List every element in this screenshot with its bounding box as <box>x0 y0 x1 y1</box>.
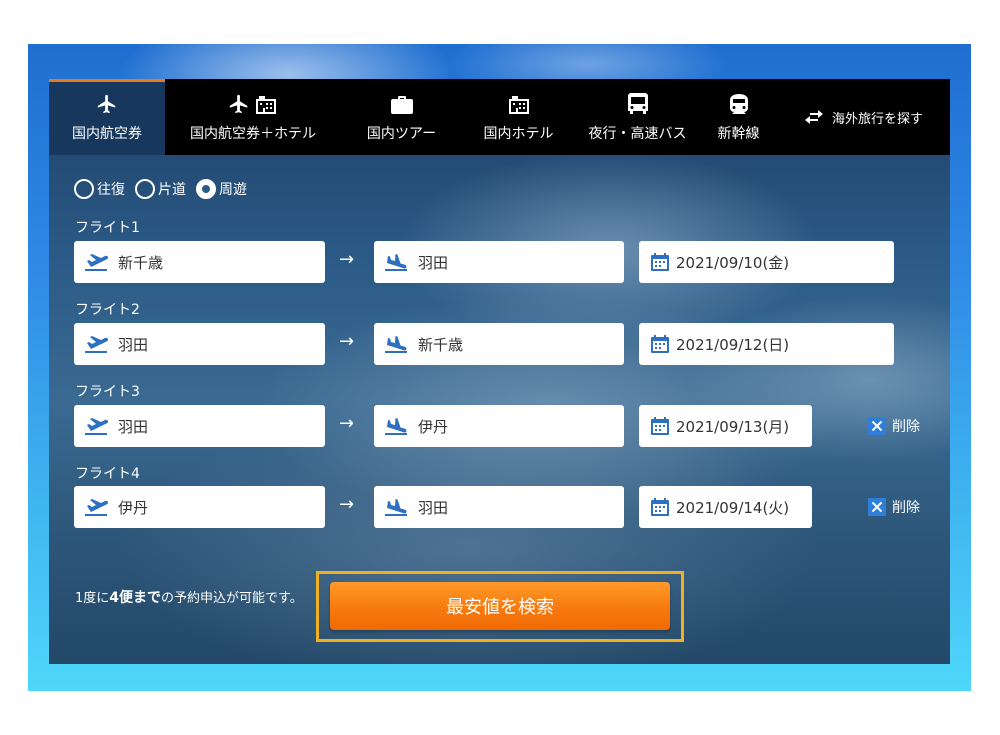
date-value: 2021/09/12(日) <box>676 335 790 354</box>
departure-plane-icon <box>85 254 108 271</box>
hero-background: 国内航空券 国内航空券＋ホテル 国内ツアー 国内ホテル 夜行・高速バス 新幹線 … <box>28 44 971 691</box>
suitcase-icon <box>390 96 413 114</box>
arrival-plane-icon <box>385 254 407 271</box>
trip-round-trip[interactable]: 往復 <box>74 179 125 199</box>
tab-flight-hotel[interactable]: 国内航空券＋ホテル <box>165 79 341 155</box>
hotel-icon <box>256 96 276 114</box>
from-airport: 羽田 <box>118 417 149 436</box>
calendar-icon <box>651 253 669 271</box>
arrival-plane-icon <box>385 418 407 435</box>
tab-label: 新幹線 <box>717 126 760 142</box>
flight-3-from-field[interactable]: 羽田 <box>74 405 325 447</box>
from-airport: 伊丹 <box>118 498 149 517</box>
swap-arrows-icon <box>804 110 823 124</box>
flight-4-from-field[interactable]: 伊丹 <box>74 486 325 528</box>
radio-label: 片道 <box>158 182 186 198</box>
tab-overseas-travel[interactable]: 海外旅行を探す <box>777 79 950 155</box>
tab-label: 国内ホテル <box>483 126 554 142</box>
flight-4-delete-button[interactable]: 削除 <box>868 497 920 517</box>
departure-plane-icon <box>85 336 108 353</box>
trip-type-selector: 往復 片道 周遊 <box>74 179 247 199</box>
close-icon <box>868 498 886 516</box>
date-value: 2021/09/14(火) <box>676 498 790 517</box>
delete-label: 削除 <box>892 419 920 435</box>
calendar-icon <box>651 498 669 516</box>
departure-plane-icon <box>85 499 108 516</box>
search-lowest-fare-button[interactable]: 最安値を検索 <box>330 582 670 630</box>
calendar-icon <box>651 335 669 353</box>
delete-label: 削除 <box>892 500 920 516</box>
flight-label: フライト1 <box>75 220 140 236</box>
flight-2-from-field[interactable]: 羽田 <box>74 323 325 365</box>
flight-3-date-field[interactable]: 2021/09/13(月) <box>639 405 812 447</box>
radio-label: 周遊 <box>219 182 247 198</box>
airplane-icon <box>229 94 248 114</box>
flight-3-delete-button[interactable]: 削除 <box>868 416 920 436</box>
arrival-plane-icon <box>385 336 407 353</box>
route-arrow: → <box>339 331 355 352</box>
to-airport: 伊丹 <box>418 417 449 436</box>
flight-label: フライト2 <box>75 302 140 318</box>
trip-one-way[interactable]: 片道 <box>135 179 186 199</box>
flight-label: フライト4 <box>75 466 140 482</box>
flight-3-to-field[interactable]: 伊丹 <box>374 405 624 447</box>
flight-1-to-field[interactable]: 羽田 <box>374 241 624 283</box>
date-value: 2021/09/13(月) <box>676 417 790 436</box>
route-arrow: → <box>339 413 355 434</box>
route-arrow: → <box>339 249 355 270</box>
product-tabs: 国内航空券 国内航空券＋ホテル 国内ツアー 国内ホテル 夜行・高速バス 新幹線 … <box>49 79 950 155</box>
hotel-icon <box>508 96 529 114</box>
from-airport: 羽田 <box>118 335 149 354</box>
radio-icon[interactable] <box>74 179 94 199</box>
tab-highway-bus[interactable]: 夜行・高速バス <box>575 79 700 155</box>
flight-1-from-field[interactable]: 新千歳 <box>74 241 325 283</box>
to-airport: 羽田 <box>418 498 449 517</box>
tab-label: 夜行・高速バス <box>588 126 687 142</box>
flight-label: フライト3 <box>75 384 140 400</box>
tab-domestic-flights[interactable]: 国内航空券 <box>49 79 165 155</box>
tab-domestic-tours[interactable]: 国内ツアー <box>341 79 462 155</box>
trip-multi-city[interactable]: 周遊 <box>196 179 247 199</box>
bus-icon <box>627 93 648 114</box>
booking-limit-note: 1度に4便までの予約申込が可能です。 <box>75 590 303 606</box>
route-arrow: → <box>339 494 355 515</box>
to-airport: 新千歳 <box>418 335 464 354</box>
tab-shinkansen[interactable]: 新幹線 <box>700 79 777 155</box>
overseas-label: 海外旅行を探す <box>831 111 923 127</box>
radio-label: 往復 <box>97 182 125 198</box>
train-icon <box>729 94 748 114</box>
departure-plane-icon <box>85 418 108 435</box>
close-icon <box>868 417 886 435</box>
tab-label: 国内航空券＋ホテル <box>190 126 316 142</box>
tab-domestic-hotels[interactable]: 国内ホテル <box>462 79 575 155</box>
from-airport: 新千歳 <box>118 253 164 272</box>
flight-2-to-field[interactable]: 新千歳 <box>374 323 624 365</box>
tab-label: 国内ツアー <box>366 126 437 142</box>
airplane-icon <box>97 94 116 114</box>
calendar-icon <box>651 417 669 435</box>
radio-checked-icon[interactable] <box>196 179 216 199</box>
flight-4-date-field[interactable]: 2021/09/14(火) <box>639 486 812 528</box>
search-panel: 国内航空券 国内航空券＋ホテル 国内ツアー 国内ホテル 夜行・高速バス 新幹線 … <box>49 79 950 664</box>
arrival-plane-icon <box>385 499 407 516</box>
radio-icon[interactable] <box>135 179 155 199</box>
flight-2-date-field[interactable]: 2021/09/12(日) <box>639 323 894 365</box>
date-value: 2021/09/10(金) <box>676 253 790 272</box>
to-airport: 羽田 <box>418 253 449 272</box>
flight-1-date-field[interactable]: 2021/09/10(金) <box>639 241 894 283</box>
tab-label: 国内航空券 <box>72 126 142 142</box>
flight-4-to-field[interactable]: 羽田 <box>374 486 624 528</box>
